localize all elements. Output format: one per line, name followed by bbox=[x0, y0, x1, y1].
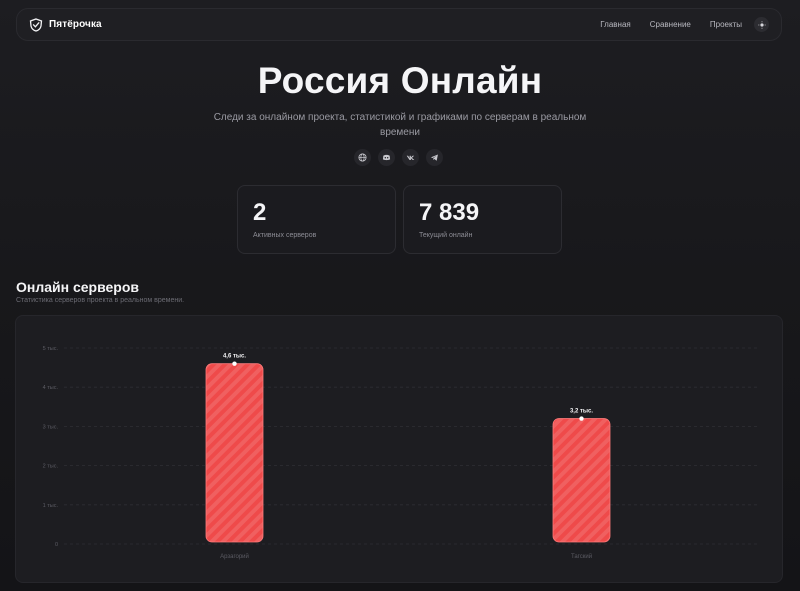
website-link[interactable] bbox=[354, 149, 371, 166]
page-title: Россия Онлайн bbox=[257, 60, 543, 101]
current-online-label: Текущий онлайн bbox=[419, 232, 473, 239]
brand-name: Пятёрочка bbox=[49, 19, 102, 30]
bar-data-label: 4,6 тыс. bbox=[223, 354, 246, 360]
bar-top-marker bbox=[232, 361, 237, 366]
servers-chart-card: 0 1 тыс. 2 тыс. 3 тыс. 4 тыс. 5 тыс. 4,6 тыс.… bbox=[15, 315, 783, 583]
theme-toggle-button[interactable] bbox=[754, 17, 769, 32]
brand-logo[interactable]: Пятёрочка bbox=[29, 17, 102, 32]
nav-link-compare[interactable]: Сравнение bbox=[650, 20, 691, 29]
nav-link-home[interactable]: Главная bbox=[600, 20, 630, 29]
current-online-card: 7 839 Текущий онлайн bbox=[403, 185, 562, 254]
y-tick-label: 4 тыс. bbox=[43, 385, 59, 391]
page-subtitle: Следи за онлайном проекта, статистикой и… bbox=[213, 112, 587, 138]
y-tick-label: 2 тыс. bbox=[43, 464, 59, 470]
bar bbox=[205, 363, 264, 543]
vk-icon bbox=[406, 155, 415, 161]
x-tick-label: Тагский bbox=[571, 553, 592, 560]
bar-top-marker bbox=[579, 416, 584, 421]
top-navbar: Пятёрочка Главная Сравнение Проекты bbox=[16, 8, 782, 41]
bar-data-label: 3,2 тыс. bbox=[570, 409, 593, 415]
nav-link-projects[interactable]: Проекты bbox=[710, 20, 742, 29]
vk-link[interactable] bbox=[402, 149, 419, 166]
telegram-link[interactable] bbox=[426, 149, 443, 166]
active-servers-label: Активных серверов bbox=[253, 232, 317, 239]
y-tick-label: 1 тыс. bbox=[43, 503, 59, 509]
active-servers-card: 2 Активных серверов bbox=[237, 185, 396, 254]
nav-links: Главная Сравнение Проекты bbox=[600, 20, 742, 29]
servers-bar-chart: 0 1 тыс. 2 тыс. 3 тыс. 4 тыс. 5 тыс. 4,6 тыс.… bbox=[43, 346, 758, 560]
globe-icon bbox=[358, 153, 367, 162]
current-online-value: 7 839 bbox=[419, 199, 480, 226]
section-subtitle: Статистика серверов проекта в реальном в… bbox=[16, 297, 185, 304]
discord-link[interactable] bbox=[378, 149, 395, 166]
telegram-icon bbox=[430, 154, 438, 161]
social-links bbox=[354, 149, 443, 166]
section-title: Онлайн серверов bbox=[16, 279, 140, 295]
x-tick-label: Арзагорий bbox=[220, 553, 249, 560]
y-tick-label: 3 тыс. bbox=[43, 424, 59, 430]
y-tick-label: 0 bbox=[55, 542, 58, 548]
sun-icon bbox=[757, 20, 766, 29]
active-servers-value: 2 bbox=[253, 199, 267, 226]
y-tick-label: 5 тыс. bbox=[43, 346, 59, 352]
bar bbox=[552, 418, 611, 543]
discord-icon bbox=[382, 154, 391, 161]
shield-logo-icon bbox=[29, 17, 43, 32]
